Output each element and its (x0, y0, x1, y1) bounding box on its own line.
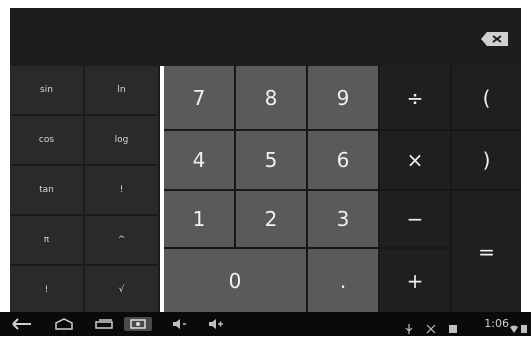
status-time: 1:06 (484, 317, 509, 330)
digit-5-button[interactable]: 5 (236, 131, 306, 189)
pi-button[interactable]: π (10, 216, 83, 264)
top-margin (0, 0, 531, 8)
back-icon[interactable] (10, 317, 34, 331)
open-paren-button[interactable]: ( (452, 66, 521, 129)
log-button[interactable]: log (85, 116, 158, 164)
digit-8-button[interactable]: 8 (236, 66, 306, 129)
battery-icon (520, 319, 530, 333)
digit-4-button[interactable]: 4 (164, 131, 234, 189)
ln-button[interactable]: ln (85, 66, 158, 114)
multiply-button[interactable]: × (380, 131, 450, 189)
minus-button[interactable]: − (380, 191, 450, 247)
backspace-icon[interactable] (479, 30, 511, 48)
system-navbar: 1:06 (0, 312, 531, 336)
volume-down-icon[interactable] (170, 317, 190, 331)
wifi-icon (509, 319, 519, 333)
home-icon[interactable] (52, 317, 76, 331)
digit-3-button[interactable]: 3 (308, 191, 378, 247)
sqrt-button[interactable]: √ (85, 266, 158, 314)
digit-1-button[interactable]: 1 (164, 191, 234, 247)
plus-button[interactable]: + (380, 249, 450, 312)
volume-up-icon[interactable] (206, 317, 226, 331)
factorial-button[interactable]: ! (85, 166, 158, 214)
keypad-panel: 7 8 9 ÷ ( 4 5 6 × ) 1 2 3 − = 0 . + (164, 66, 521, 312)
debug-icon (426, 319, 436, 334)
advanced-panel: sin ln cos log tan ! π ^ ! √ (10, 66, 160, 314)
decimal-button[interactable]: . (308, 249, 378, 312)
calculator-display (10, 8, 521, 66)
power-button[interactable]: ^ (85, 216, 158, 264)
digit-6-button[interactable]: 6 (308, 131, 378, 189)
divide-button[interactable]: ÷ (380, 66, 450, 129)
digit-0-button[interactable]: 0 (164, 249, 306, 312)
equals-button[interactable]: = (452, 191, 521, 312)
factorial-button-2[interactable]: ! (10, 266, 83, 314)
digit-7-button[interactable]: 7 (164, 66, 234, 129)
screenshot-icon[interactable] (124, 317, 152, 331)
digit-9-button[interactable]: 9 (308, 66, 378, 129)
tan-button[interactable]: tan (10, 166, 83, 214)
close-paren-button[interactable]: ) (452, 131, 521, 189)
digit-2-button[interactable]: 2 (236, 191, 306, 247)
sin-button[interactable]: sin (10, 66, 83, 114)
cos-button[interactable]: cos (10, 116, 83, 164)
gallery-icon (448, 319, 458, 333)
recent-apps-icon[interactable] (92, 317, 116, 331)
usb-icon (404, 319, 414, 334)
display-value (20, 20, 461, 54)
